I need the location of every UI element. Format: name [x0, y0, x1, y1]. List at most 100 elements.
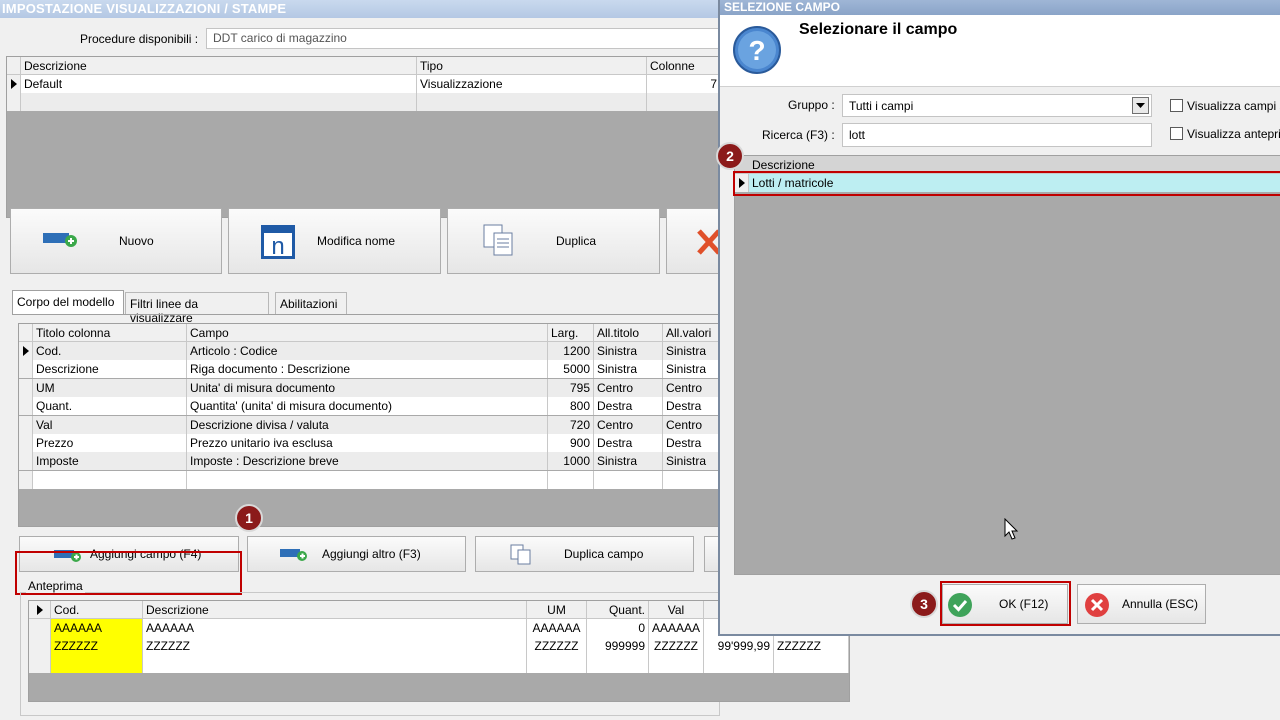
- visualizza-campi-checkbox[interactable]: [1170, 99, 1183, 112]
- svg-text:?: ?: [748, 35, 765, 66]
- gruppo-label: Gruppo :: [788, 98, 835, 112]
- tab-abilitazioni[interactable]: Abilitazioni: [275, 292, 347, 314]
- table-row[interactable]: Descrizione Riga documento : Descrizione 5…: [19, 360, 723, 379]
- dialog-header: ? Selezionare il campo: [720, 15, 1280, 87]
- duplica-button[interactable]: Duplica: [447, 208, 660, 274]
- selezione-campo-dialog: SELEZIONE CAMPO ? Selezionare il campo G…: [716, 0, 1280, 636]
- cell-all-valori: Sinistra: [663, 452, 723, 471]
- cell-all-valori: Centro: [663, 415, 723, 434]
- models-grid-header: Descrizione Tipo Colonne: [7, 57, 721, 75]
- preview-imposte: [774, 655, 849, 673]
- delete-button[interactable]: [666, 208, 726, 274]
- preview-descrizione: AAAAAA: [143, 619, 527, 637]
- table-row[interactable]: Default Visualizzazione 7: [7, 75, 721, 93]
- main-window: Procedure disponibili : DDT carico di ma…: [0, 18, 850, 720]
- columns-grid: Titolo colonna Campo Larg. All.titolo Al…: [18, 323, 723, 527]
- preview-header-cod: Cod.: [51, 601, 143, 619]
- cell-all-titolo: Sinistra: [594, 342, 663, 360]
- preview-um: AAAAAA: [527, 619, 587, 637]
- svg-text:n: n: [271, 233, 284, 259]
- row-selector: [7, 75, 21, 93]
- rename-icon: n: [261, 225, 295, 259]
- highlight-box-2: [733, 171, 1280, 196]
- visualizza-anteprima-checkbox[interactable]: [1170, 127, 1183, 140]
- cell-all-titolo: Sinistra: [594, 360, 663, 379]
- preview-pointer-icon: [37, 605, 43, 615]
- table-row-empty: [19, 470, 723, 489]
- cell-all-valori: Destra: [663, 397, 723, 416]
- preview-descrizione: [143, 655, 527, 673]
- preview-val: ZZZZZZ: [649, 637, 704, 655]
- col-header-larg[interactable]: Larg.: [548, 324, 594, 342]
- duplica-campo-label: Duplica campo: [564, 547, 644, 561]
- col-header-descrizione[interactable]: Descrizione: [21, 57, 417, 75]
- field-list-grid: Descrizione Lotti / matricole: [734, 155, 1280, 575]
- table-row[interactable]: Quant. Quantita' (unita' di misura docume…: [19, 397, 723, 416]
- dialog-heading: Selezionare il campo: [799, 21, 958, 38]
- preview-header-descrizione: Descrizione: [143, 601, 527, 619]
- cell-campo: Riga documento : Descrizione: [187, 360, 548, 379]
- cell-larg: 5000: [548, 360, 594, 379]
- table-row[interactable]: Val Descrizione divisa / valuta 720 Centro C…: [19, 415, 723, 434]
- cell-all-valori: Sinistra: [663, 360, 723, 379]
- model-colonne: 7: [647, 75, 721, 93]
- ricerca-label: Ricerca (F3) :: [762, 128, 835, 142]
- row-selector: [19, 378, 33, 397]
- duplica-campo-button[interactable]: Duplica campo: [475, 536, 694, 572]
- preview-quant: 999999: [587, 637, 649, 655]
- callout-3: 3: [910, 590, 938, 618]
- cell-titolo: Cod.: [33, 342, 187, 360]
- nuovo-label: Nuovo: [119, 234, 154, 248]
- row-selector: [19, 434, 33, 452]
- main-window-title: IMPOSTAZIONE VISUALIZZAZIONI / STAMPE: [0, 0, 720, 18]
- callout-2: 2: [716, 142, 744, 170]
- model-descrizione: Default: [21, 75, 417, 93]
- preview-val: AAAAAA: [649, 619, 704, 637]
- nuovo-button[interactable]: Nuovo: [10, 208, 222, 274]
- tab-corpo-modello[interactable]: Corpo del modello: [12, 290, 124, 314]
- table-row[interactable]: Imposte Imposte : Descrizione breve 1000 Si…: [19, 452, 723, 471]
- duplicate-icon: [483, 224, 513, 256]
- cell-larg: 720: [548, 415, 594, 434]
- preview-quant: 0: [587, 619, 649, 637]
- highlight-box-3: [940, 581, 1071, 626]
- preview-prezzo: [704, 655, 774, 673]
- add-other-icon: [280, 549, 307, 561]
- duplica-label: Duplica: [556, 234, 597, 248]
- cell-all-titolo: Sinistra: [594, 452, 663, 471]
- procedure-label: Procedure disponibili :: [80, 32, 199, 46]
- col-header-all-titolo[interactable]: All.titolo: [594, 324, 663, 342]
- cell-campo: Prezzo unitario iva esclusa: [187, 434, 548, 452]
- preview-cod: [51, 655, 143, 673]
- preview-descrizione: ZZZZZZ: [143, 637, 527, 655]
- col-header-all-valori[interactable]: All.valori: [663, 324, 723, 342]
- annulla-button[interactable]: Annulla (ESC): [1077, 584, 1206, 624]
- cell-campo: Quantita' (unita' di misura documento): [187, 397, 548, 416]
- cell-all-titolo: Centro: [594, 378, 663, 397]
- aggiungi-altro-button[interactable]: Aggiungi altro (F3): [247, 536, 466, 572]
- cell-campo: Descrizione divisa / valuta: [187, 415, 548, 434]
- table-row[interactable]: UM Unita' di misura documento 795 Centro Cen…: [19, 378, 723, 397]
- row-selector: [19, 342, 33, 360]
- modifica-nome-button[interactable]: n Modifica nome: [228, 208, 441, 274]
- gruppo-select[interactable]: Tutti i campi: [842, 94, 1152, 117]
- col-header-tipo[interactable]: Tipo: [417, 57, 647, 75]
- procedure-field[interactable]: DDT carico di magazzino: [206, 28, 720, 49]
- row-pointer-icon: [23, 346, 29, 356]
- annulla-label: Annulla (ESC): [1122, 597, 1199, 611]
- table-row[interactable]: Prezzo Prezzo unitario iva esclusa 900 Dest…: [19, 434, 723, 452]
- duplicate-field-icon: [510, 544, 531, 565]
- cell-all-valori: Destra: [663, 434, 723, 452]
- dropdown-button[interactable]: [1132, 97, 1149, 114]
- cell-titolo: Descrizione: [33, 360, 187, 379]
- table-row[interactable]: Cod. Articolo : Codice 1200 Sinistra Sinistr…: [19, 342, 723, 360]
- tab-filtri-linee[interactable]: Filtri linee da visualizzare: [125, 292, 269, 325]
- visualizza-anteprima-label: Visualizza antepri: [1187, 127, 1280, 141]
- preview-row-empty: [29, 655, 849, 673]
- col-header-titolo[interactable]: Titolo colonna: [33, 324, 187, 342]
- cancel-x-icon: [1085, 593, 1109, 617]
- col-header-campo[interactable]: Campo: [187, 324, 548, 342]
- cell-titolo: Val: [33, 415, 187, 434]
- ricerca-input[interactable]: lott: [842, 123, 1152, 147]
- col-header-colonne[interactable]: Colonne: [647, 57, 721, 75]
